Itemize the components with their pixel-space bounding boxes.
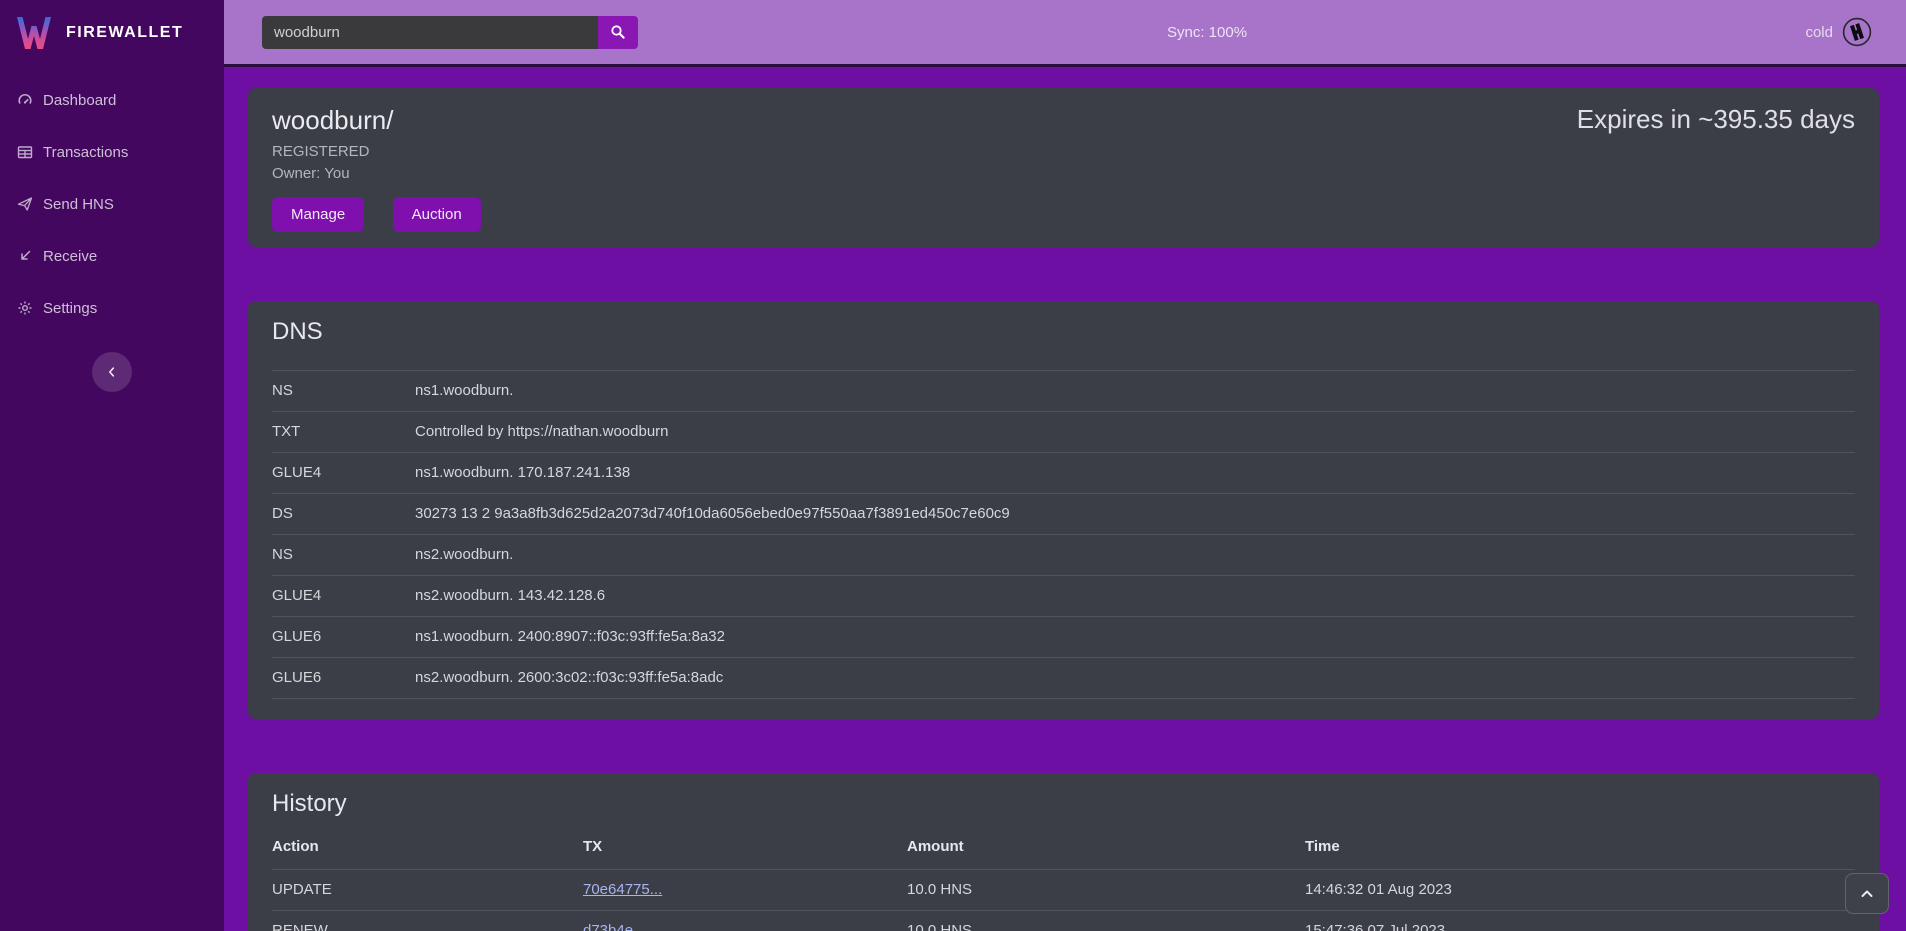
dns-title: DNS <box>272 318 1855 346</box>
dns-record-value: ns2.woodburn. <box>415 546 1855 563</box>
history-header-row: Action TX Amount Time <box>272 832 1855 869</box>
search-group <box>262 16 638 49</box>
expires-text: Expires in ~395.35 days <box>1577 104 1855 135</box>
history-card: History Action TX Amount Time UPDATE 70e… <box>248 773 1879 931</box>
firewallet-logo-icon <box>14 14 54 52</box>
sidebar-item-transactions[interactable]: Transactions <box>0 126 224 178</box>
dns-record-value: Controlled by https://nathan.woodburn <box>415 423 1855 440</box>
dns-record-value: ns2.woodburn. 143.42.128.6 <box>415 587 1855 604</box>
domain-owner: Owner: You <box>272 165 1855 182</box>
dashboard-gauge-icon <box>17 92 33 108</box>
sidebar-item-receive[interactable]: Receive <box>0 230 224 282</box>
app-title: FIREWALLET <box>66 24 183 42</box>
receive-arrow-icon <box>17 248 33 264</box>
history-row: RENEW d73b4e... 10.0 HNS 15:47:36 07 Jul… <box>272 910 1855 931</box>
dns-row: GLUE4 ns1.woodburn. 170.187.241.138 <box>272 452 1855 493</box>
dns-record-value: 30273 13 2 9a3a8fb3d625d2a2073d740f10da6… <box>415 505 1855 522</box>
dns-record-value: ns2.woodburn. 2600:3c02::f03c:93ff:fe5a:… <box>415 669 1855 686</box>
history-amount: 10.0 HNS <box>907 922 1305 931</box>
chevron-up-icon <box>1859 886 1875 902</box>
dns-record-type: NS <box>272 382 415 399</box>
dns-record-type: GLUE4 <box>272 587 415 604</box>
dns-row: TXT Controlled by https://nathan.woodbur… <box>272 411 1855 452</box>
history-col-time: Time <box>1305 838 1855 855</box>
sidebar-item-label: Settings <box>43 300 97 317</box>
history-amount: 10.0 HNS <box>907 881 1305 898</box>
history-action: UPDATE <box>272 881 583 898</box>
sidebar-collapse-button[interactable] <box>92 352 132 392</box>
history-time: 15:47:36 07 Jul 2023 <box>1305 922 1855 931</box>
history-col-amount: Amount <box>907 838 1305 855</box>
sync-status: Sync: 100% <box>1167 24 1247 41</box>
sidebar-item-dashboard[interactable]: Dashboard <box>0 74 224 126</box>
dns-record-type: TXT <box>272 423 415 440</box>
handshake-logo-icon <box>1842 17 1872 47</box>
sidebar-item-label: Receive <box>43 248 97 265</box>
transactions-table-icon <box>17 144 33 160</box>
sidebar: FIREWALLET Dashboard Transactions Send H… <box>0 0 224 931</box>
wallet-mode-label: cold <box>1805 24 1833 41</box>
domain-status: REGISTERED <box>272 143 1855 160</box>
dns-card: DNS NS ns1.woodburn. TXT Controlled by h… <box>248 301 1879 719</box>
send-plane-icon <box>17 196 33 212</box>
domain-card: woodburn/ REGISTERED Owner: You Manage A… <box>248 88 1879 247</box>
manage-button[interactable]: Manage <box>272 197 364 232</box>
page-content: woodburn/ REGISTERED Owner: You Manage A… <box>224 67 1906 931</box>
dns-row: DS 30273 13 2 9a3a8fb3d625d2a2073d740f10… <box>272 493 1855 534</box>
dns-record-type: GLUE6 <box>272 628 415 645</box>
dns-record-value: ns1.woodburn. 170.187.241.138 <box>415 464 1855 481</box>
scroll-to-top-button[interactable] <box>1845 873 1889 914</box>
sidebar-item-send-hns[interactable]: Send HNS <box>0 178 224 230</box>
tx-link[interactable]: 70e64775... <box>583 881 662 898</box>
history-time: 14:46:32 01 Aug 2023 <box>1305 881 1855 898</box>
main-area: Sync: 100% cold woodburn/ REGISTERED Own… <box>224 0 1906 931</box>
gear-icon <box>17 300 33 316</box>
search-button[interactable] <box>598 16 638 49</box>
dns-table: NS ns1.woodburn. TXT Controlled by https… <box>272 370 1855 699</box>
dns-row: NS ns1.woodburn. <box>272 370 1855 411</box>
dns-record-value: ns1.woodburn. <box>415 382 1855 399</box>
sidebar-item-label: Send HNS <box>43 196 114 213</box>
dns-row: GLUE4 ns2.woodburn. 143.42.128.6 <box>272 575 1855 616</box>
tx-link[interactable]: d73b4e... <box>583 922 646 931</box>
sidebar-item-label: Transactions <box>43 144 128 161</box>
sidebar-nav: Dashboard Transactions Send HNS Receive … <box>0 66 224 334</box>
dns-record-type: NS <box>272 546 415 563</box>
sidebar-item-settings[interactable]: Settings <box>0 282 224 334</box>
wallet-indicator[interactable]: cold <box>1805 17 1872 47</box>
dns-row: GLUE6 ns1.woodburn. 2400:8907::f03c:93ff… <box>272 616 1855 657</box>
history-col-tx: TX <box>583 838 907 855</box>
search-input[interactable] <box>262 16 598 49</box>
history-action: RENEW <box>272 922 583 931</box>
history-col-action: Action <box>272 838 583 855</box>
app-logo-row: FIREWALLET <box>0 0 224 66</box>
domain-actions: Manage Auction <box>272 197 1855 232</box>
search-icon <box>610 24 626 40</box>
topbar: Sync: 100% cold <box>224 0 1906 67</box>
history-row: UPDATE 70e64775... 10.0 HNS 14:46:32 01 … <box>272 869 1855 910</box>
chevron-left-icon <box>105 365 119 379</box>
dns-row: NS ns2.woodburn. <box>272 534 1855 575</box>
history-title: History <box>272 790 1855 818</box>
dns-record-type: GLUE6 <box>272 669 415 686</box>
dns-record-value: ns1.woodburn. 2400:8907::f03c:93ff:fe5a:… <box>415 628 1855 645</box>
auction-button[interactable]: Auction <box>393 197 481 232</box>
dns-row: GLUE6 ns2.woodburn. 2600:3c02::f03c:93ff… <box>272 657 1855 699</box>
dns-record-type: GLUE4 <box>272 464 415 481</box>
dns-record-type: DS <box>272 505 415 522</box>
sidebar-item-label: Dashboard <box>43 92 116 109</box>
